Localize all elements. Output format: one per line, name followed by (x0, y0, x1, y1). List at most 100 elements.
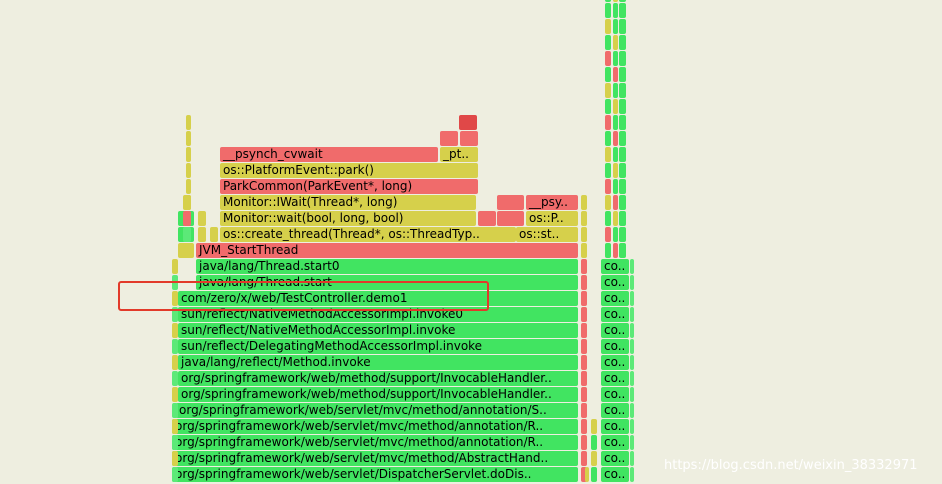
flame-frame[interactable]: org/springframework/web/servlet/mvc/meth… (172, 451, 578, 466)
flame-frame-narrow[interactable] (581, 435, 587, 450)
flame-frame[interactable]: co.. (601, 371, 629, 386)
flame-frame-narrow[interactable] (478, 211, 496, 226)
flame-frame-narrow[interactable] (183, 227, 191, 242)
flame-frame-narrow[interactable] (186, 179, 191, 194)
flame-frame-narrow[interactable] (605, 99, 611, 114)
flame-frame-narrow[interactable] (459, 115, 477, 130)
flame-frame-narrow[interactable] (613, 227, 618, 242)
flame-frame-narrow[interactable] (630, 323, 634, 338)
flame-frame-narrow[interactable] (186, 163, 191, 178)
flame-frame-narrow[interactable] (605, 195, 611, 210)
flame-frame-narrow[interactable] (630, 339, 634, 354)
flame-frame-narrow[interactable] (581, 451, 587, 466)
flame-frame[interactable]: Monitor::wait(bool, long, bool) (220, 211, 476, 226)
flame-frame[interactable]: co.. (601, 387, 629, 402)
flame-frame-narrow[interactable] (613, 211, 618, 226)
flame-frame[interactable]: sun/reflect/DelegatingMethodAccessorImpl… (178, 339, 578, 354)
flame-frame-narrow[interactable] (619, 211, 626, 226)
flame-frame-narrow[interactable] (581, 403, 587, 418)
flame-frame-narrow[interactable] (172, 339, 178, 354)
flame-frame-narrow[interactable] (630, 355, 634, 370)
flame-frame[interactable]: org/springframework/web/servlet/Dispatch… (172, 467, 578, 482)
flame-frame-narrow[interactable] (581, 243, 587, 258)
flame-frame-narrow[interactable] (613, 195, 618, 210)
flame-frame-narrow[interactable] (172, 419, 178, 434)
flame-frame-narrow[interactable] (186, 115, 191, 130)
flame-frame-narrow[interactable] (605, 19, 611, 34)
flame-frame-narrow[interactable] (613, 131, 618, 146)
flame-frame-narrow[interactable] (605, 163, 611, 178)
flame-frame-narrow[interactable] (630, 451, 634, 466)
flame-frame-narrow[interactable] (619, 67, 626, 82)
flame-frame-narrow[interactable] (613, 3, 618, 18)
flame-frame-narrow[interactable] (630, 291, 634, 306)
flame-frame[interactable]: co.. (601, 291, 629, 306)
flame-frame[interactable]: org/springframework/web/method/support/I… (178, 371, 578, 386)
flame-frame-narrow[interactable] (186, 131, 191, 146)
flame-frame-narrow[interactable] (198, 211, 206, 226)
flame-frame[interactable]: Monitor::IWait(Thread*, long) (220, 195, 476, 210)
flame-frame-narrow[interactable] (172, 435, 178, 450)
flame-frame[interactable]: co.. (601, 323, 629, 338)
flame-frame-narrow[interactable] (619, 99, 626, 114)
flame-frame-narrow[interactable] (581, 387, 587, 402)
flame-frame-narrow[interactable] (605, 3, 611, 18)
flame-frame-narrow[interactable] (581, 339, 587, 354)
flame-frame-narrow[interactable] (605, 35, 611, 50)
flame-frame-narrow[interactable] (591, 467, 597, 482)
flame-frame-narrow[interactable] (497, 195, 524, 210)
flame-frame-narrow[interactable] (613, 115, 618, 130)
flame-frame-narrow[interactable] (581, 195, 587, 210)
flame-frame-narrow[interactable] (605, 147, 611, 162)
flame-frame-narrow[interactable] (613, 51, 618, 66)
flame-frame-narrow[interactable] (613, 147, 618, 162)
flame-frame-narrow[interactable] (619, 195, 626, 210)
flame-frame[interactable]: co.. (601, 339, 629, 354)
flame-frame-narrow[interactable] (210, 227, 218, 242)
flame-frame[interactable]: co.. (601, 259, 629, 274)
flame-frame[interactable]: sun/reflect/NativeMethodAccessorImpl.inv… (178, 323, 578, 338)
flame-frame-narrow[interactable] (605, 243, 611, 258)
flame-frame-narrow[interactable] (619, 163, 626, 178)
flame-frame-narrow[interactable] (613, 179, 618, 194)
flame-frame-narrow[interactable] (619, 51, 626, 66)
flame-frame[interactable]: __psy.. (526, 195, 578, 210)
flame-frame-narrow[interactable] (591, 435, 597, 450)
flame-frame-narrow[interactable] (613, 67, 618, 82)
flame-frame[interactable]: co.. (601, 355, 629, 370)
flame-frame[interactable]: ParkCommon(ParkEvent*, long) (220, 179, 478, 194)
flame-frame[interactable]: org/springframework/web/servlet/mvc/meth… (172, 435, 578, 450)
flame-frame[interactable]: co.. (601, 467, 629, 482)
flame-frame[interactable]: os::st.. (516, 227, 578, 242)
flame-frame[interactable]: org/springframework/web/method/support/I… (178, 387, 578, 402)
flame-frame-narrow[interactable] (172, 403, 178, 418)
flame-frame-narrow[interactable] (605, 51, 611, 66)
flame-frame[interactable]: _pt.. (440, 147, 478, 162)
flame-frame-narrow[interactable] (581, 227, 587, 242)
flame-frame[interactable]: os::P.. (526, 211, 578, 226)
flame-frame[interactable]: os::PlatformEvent::park() (220, 163, 478, 178)
flame-frame-narrow[interactable] (581, 323, 587, 338)
flame-frame-narrow[interactable] (605, 131, 611, 146)
flame-frame-narrow[interactable] (613, 163, 618, 178)
flame-frame-narrow[interactable] (613, 35, 618, 50)
flame-frame-narrow[interactable] (460, 131, 478, 146)
flame-frame-narrow[interactable] (605, 67, 611, 82)
flame-frame-narrow[interactable] (186, 147, 191, 162)
flame-frame-narrow[interactable] (619, 35, 626, 50)
flame-frame[interactable]: co.. (601, 307, 629, 322)
flame-frame-narrow[interactable] (630, 403, 634, 418)
flame-frame-narrow[interactable] (605, 0, 611, 2)
flame-frame-narrow[interactable] (613, 99, 618, 114)
flame-frame-narrow[interactable] (619, 0, 626, 2)
flame-frame-narrow[interactable] (605, 115, 611, 130)
flame-frame-narrow[interactable] (613, 0, 618, 2)
flame-frame-narrow[interactable] (619, 3, 626, 18)
flame-frame-narrow[interactable] (581, 355, 587, 370)
flame-frame-narrow[interactable] (619, 19, 626, 34)
flame-frame-narrow[interactable] (619, 179, 626, 194)
flame-frame-narrow[interactable] (619, 131, 626, 146)
flame-frame-narrow[interactable] (630, 371, 634, 386)
flame-frame-narrow[interactable] (172, 467, 178, 482)
flame-frame-narrow[interactable] (585, 467, 589, 482)
